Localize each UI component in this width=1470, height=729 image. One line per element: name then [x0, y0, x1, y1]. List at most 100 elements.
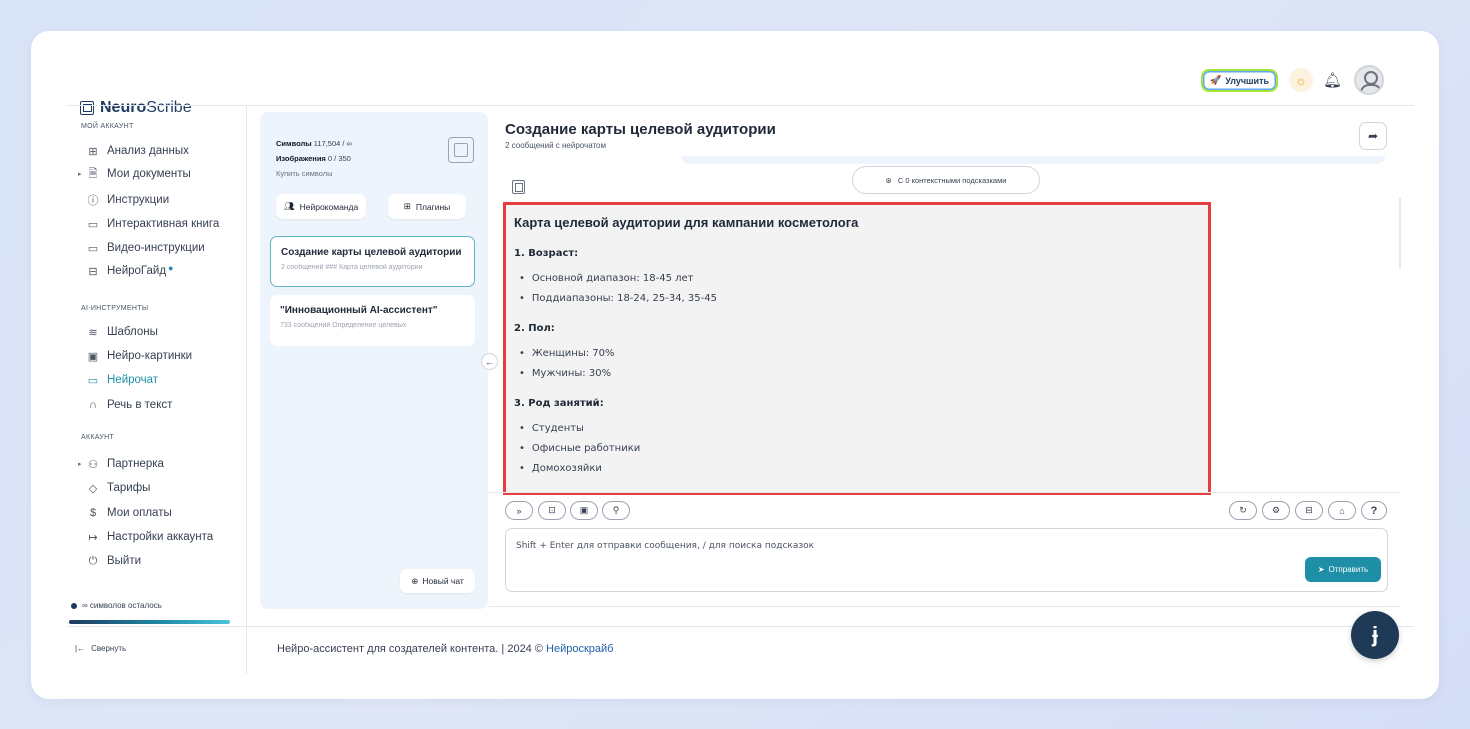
header-divider — [67, 105, 1414, 106]
help-icon[interactable]: ? — [1361, 501, 1387, 520]
quota-info: Символы 117,504 / ∞ Изображения 0 / 350 … — [276, 136, 352, 181]
answer-list: Основной диапазон: 18-45 лет Поддиапазон… — [514, 269, 1200, 309]
bottom-divider — [489, 606, 1401, 607]
sidebar-item-speech-to-text[interactable]: ∩ Речь в текст — [87, 396, 172, 414]
chat-list-item[interactable]: Создание карты целевой аудитории 2 сообщ… — [270, 236, 475, 287]
symbols-remaining: ∞ символов осталось — [71, 601, 162, 610]
sidebar-item-account-settings[interactable]: ↦ Настройки аккаунта — [87, 528, 213, 546]
footer: Нейро-ассистент для создателей контента.… — [277, 643, 613, 655]
symbols-remaining-label: ∞ символов осталось — [82, 601, 162, 610]
copy-icon[interactable] — [512, 180, 525, 194]
answer-section-title: 3. Род занятий: — [514, 398, 604, 409]
list-item: Женщины: 70% — [519, 344, 1200, 364]
magic-wand-icon[interactable]: ⚲ — [602, 501, 630, 520]
sidebar-item-data-analysis[interactable]: ⊞ Анализ данных — [87, 142, 189, 160]
footer-link[interactable]: Нейроскрайб — [546, 643, 613, 655]
sidebar-item-label: Интерактивная книга — [107, 218, 220, 230]
list-item: Основной диапазон: 18-45 лет — [519, 269, 1200, 289]
layout-icon[interactable]: ⊟ — [1295, 501, 1323, 520]
copy-stack-icon — [448, 137, 474, 163]
sidebar-item-interactive-book[interactable]: ▭ Интерактивная книга — [87, 215, 219, 233]
video-icon: ▭ — [87, 242, 99, 255]
footer-text: Нейро-ассистент для создателей контента.… — [277, 643, 547, 655]
layers-icon: ≋ — [88, 326, 98, 339]
sidebar-item-label: Видео-инструкции — [107, 242, 205, 254]
user-avatar[interactable] — [1354, 65, 1384, 95]
help-circle-icon: ⓘ — [87, 195, 99, 207]
message-input-placeholder: Shift + Enter для отправки сообщения, / … — [516, 541, 815, 551]
sidebar-item-label: Речь в текст — [107, 399, 173, 411]
collapse-icon: |← — [75, 644, 86, 653]
sidebar: МОЙ АККАУНТ ⊞ Анализ данных ▸ 🗎 Мои докумен… — [67, 106, 247, 674]
layout-icon: ⊟ — [88, 265, 98, 278]
footer-divider — [67, 626, 1414, 627]
sidebar-item-label: Инструкции — [107, 194, 170, 206]
new-chat-button[interactable]: ⊕ Новый чат — [400, 569, 475, 593]
save-icon[interactable]: ⊡ — [538, 501, 566, 520]
chevron-right-icon: ▸ — [78, 171, 82, 178]
scrollbar[interactable] — [1399, 198, 1401, 268]
collapse-sidebar-button[interactable]: |← Свернуть — [75, 644, 126, 653]
sidebar-item-my-payments[interactable]: $ Мои оплаты — [87, 504, 172, 522]
new-indicator-dot: ● — [168, 263, 174, 273]
sidebar-item-label: Настройки аккаунта — [107, 531, 214, 543]
tag-icon: ◇ — [88, 482, 98, 495]
chat-item-title: Создание карты целевой аудитории — [281, 247, 462, 258]
chat-item-meta: 2 сообщений ### Карта целевой аудитории — [281, 264, 423, 271]
chevron-right-icon: ▸ — [78, 461, 82, 468]
sidebar-item-label: Нейрочат — [107, 374, 159, 386]
neuroteam-label: Нейрокоманда — [299, 201, 359, 212]
sidebar-item-video-instructions[interactable]: ▭ Видео-инструкции — [87, 239, 205, 257]
chat-item-title: "Инновационный AI-ассистент" — [280, 305, 438, 316]
settings-exit-icon: ↦ — [88, 531, 98, 544]
section-label-account: АККАУНТ — [81, 434, 115, 441]
document-icon: 🗎 — [88, 167, 98, 180]
settings-icon[interactable]: ⚙ — [1262, 501, 1290, 520]
chat-list-panel: Символы 117,504 / ∞ Изображения 0 / 350 … — [260, 112, 488, 609]
chat-subtitle: 2 сообщений с нейрочатом — [505, 141, 607, 150]
collapse-chatlist-arrow-icon[interactable]: ← — [481, 353, 498, 370]
expand-chevrons-icon[interactable]: » — [505, 501, 533, 520]
sidebar-item-my-documents[interactable]: ▸ 🗎 Мои документы — [78, 165, 191, 183]
image-icon[interactable]: ▣ — [570, 501, 598, 520]
send-button[interactable]: ➤ Отправить — [1305, 557, 1381, 582]
sidebar-item-neuroguide[interactable]: ⊟ НейроГайд ● — [87, 262, 173, 280]
plugin-icon[interactable]: ↻ — [1229, 501, 1257, 520]
sidebar-item-tariffs[interactable]: ◇ Тарифы — [87, 479, 151, 497]
sidebar-item-logout[interactable]: ⏻ Выйти — [87, 552, 141, 570]
sidebar-item-label: Анализ данных — [107, 145, 189, 157]
sidebar-item-label: НейроГайд — [107, 265, 167, 277]
buy-symbols-link[interactable]: Купить символы — [276, 166, 352, 181]
context-hints-label: С 0 контекстными подсказками — [897, 175, 1007, 185]
theme-toggle-sun-icon[interactable]: ☼ — [1289, 68, 1313, 92]
grid-icon: ⊞ — [403, 201, 411, 211]
upgrade-label: Улучшить — [1225, 75, 1270, 86]
sidebar-item-neurochat[interactable]: ▭ Нейрочат — [87, 371, 158, 389]
plugins-button[interactable]: ⊞ Плагины — [388, 194, 466, 219]
upgrade-button[interactable]: 🚀 Улучшить — [1201, 69, 1278, 92]
sidebar-item-neuro-images[interactable]: ▣ Нейро-картинки — [87, 347, 192, 365]
image-icon: ▣ — [87, 350, 99, 363]
bot-icon[interactable]: ⌂ — [1328, 501, 1356, 520]
share-icon[interactable]: ➦ — [1359, 122, 1387, 150]
message-input[interactable]: Shift + Enter для отправки сообщения, / … — [505, 528, 1388, 592]
rocket-icon: 🚀 — [1209, 75, 1222, 85]
neuroteam-button[interactable]: 👥︎ Нейрокоманда — [276, 194, 366, 219]
answer-heading: Карта целевой аудитории для кампании кос… — [514, 215, 859, 230]
plus-circle-icon: ⊕ — [411, 575, 419, 586]
notifications-bell-icon[interactable]: 🔔︎ — [1323, 71, 1342, 89]
send-label: Отправить — [1328, 565, 1369, 574]
sidebar-item-templates[interactable]: ≋ Шаблоны — [87, 323, 157, 341]
sidebar-item-instructions[interactable]: ⓘ Инструкции — [87, 191, 170, 209]
context-hints-button[interactable]: ⊛ С 0 контекстными подсказками — [852, 166, 1040, 194]
section-label-ai-tools: AI-ИНСТРУМЕНТЫ — [81, 305, 149, 312]
chat-list-item[interactable]: "Инновационный AI-ассистент" 733 сообщен… — [270, 295, 475, 346]
support-chat-button[interactable]: ɉ — [1351, 611, 1399, 659]
section-label-my-account: МОЙ АККАУНТ — [81, 123, 134, 130]
symbols-value: 117,504 / ∞ — [313, 139, 352, 148]
sidebar-item-partners[interactable]: ▸ ⚇ Партнерка — [78, 455, 164, 473]
power-icon: ⏻ — [88, 554, 98, 567]
list-item: Домохозяйки — [519, 459, 1200, 479]
sidebar-item-label: Выйти — [107, 555, 142, 567]
chat-item-meta: 733 сообщений Определение целевых — [280, 322, 407, 329]
